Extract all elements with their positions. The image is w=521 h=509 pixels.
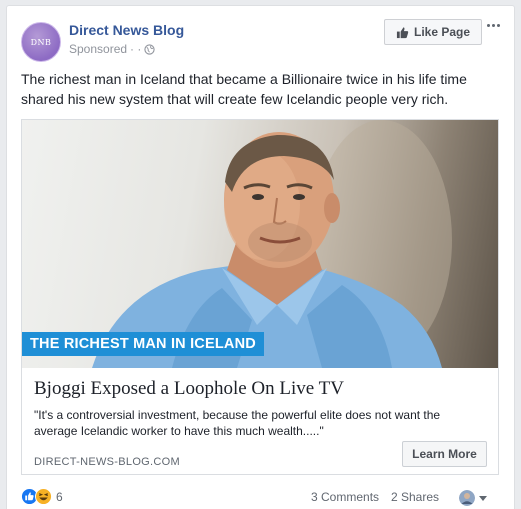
- thumbs-up-icon: [396, 26, 409, 38]
- preview-body[interactable]: Bjoggi Exposed a Loophole On Live TV "It…: [22, 368, 498, 474]
- like-page-button[interactable]: Like Page: [384, 19, 482, 45]
- post-text: The richest man in Iceland that became a…: [21, 71, 467, 107]
- man-photo-illustration: [92, 120, 452, 368]
- sponsored-label[interactable]: Sponsored: [69, 42, 127, 56]
- avatar-logo-text: DNB: [30, 37, 52, 47]
- meta-separator: · ·: [130, 42, 142, 56]
- link-preview[interactable]: THE RICHEST MAN IN ICELAND Bjoggi Expose…: [21, 119, 499, 475]
- reactions-summary[interactable]: 6: [21, 488, 63, 505]
- image-caption: THE RICHEST MAN IN ICELAND: [22, 332, 264, 356]
- user-avatar-icon: [459, 490, 475, 506]
- caret-down-icon: [479, 495, 487, 501]
- learn-more-button[interactable]: Learn More: [402, 441, 487, 467]
- page-name-link[interactable]: Direct News Blog: [69, 22, 184, 38]
- post-meta: Sponsored · ·: [69, 42, 156, 56]
- globe-icon[interactable]: [144, 43, 156, 55]
- shares-count-link[interactable]: 2 Shares: [391, 490, 439, 504]
- preview-description: "It's a controversial investment, becaus…: [34, 408, 441, 438]
- haha-reaction-icon: [35, 488, 52, 505]
- more-options-icon[interactable]: [484, 20, 502, 30]
- reaction-count: 6: [56, 489, 63, 504]
- preview-headline[interactable]: Bjoggi Exposed a Loophole On Live TV: [34, 378, 344, 400]
- like-page-label: Like Page: [413, 25, 471, 39]
- profile-switcher[interactable]: [459, 490, 487, 506]
- preview-image[interactable]: THE RICHEST MAN IN ICELAND: [22, 120, 498, 368]
- sponsored-post-card: DNB Direct News Blog Sponsored · · Like …: [6, 5, 515, 509]
- comments-count-link[interactable]: 3 Comments: [311, 490, 379, 504]
- page-avatar[interactable]: DNB: [21, 22, 61, 62]
- preview-domain: DIRECT-NEWS-BLOG.COM: [34, 456, 180, 468]
